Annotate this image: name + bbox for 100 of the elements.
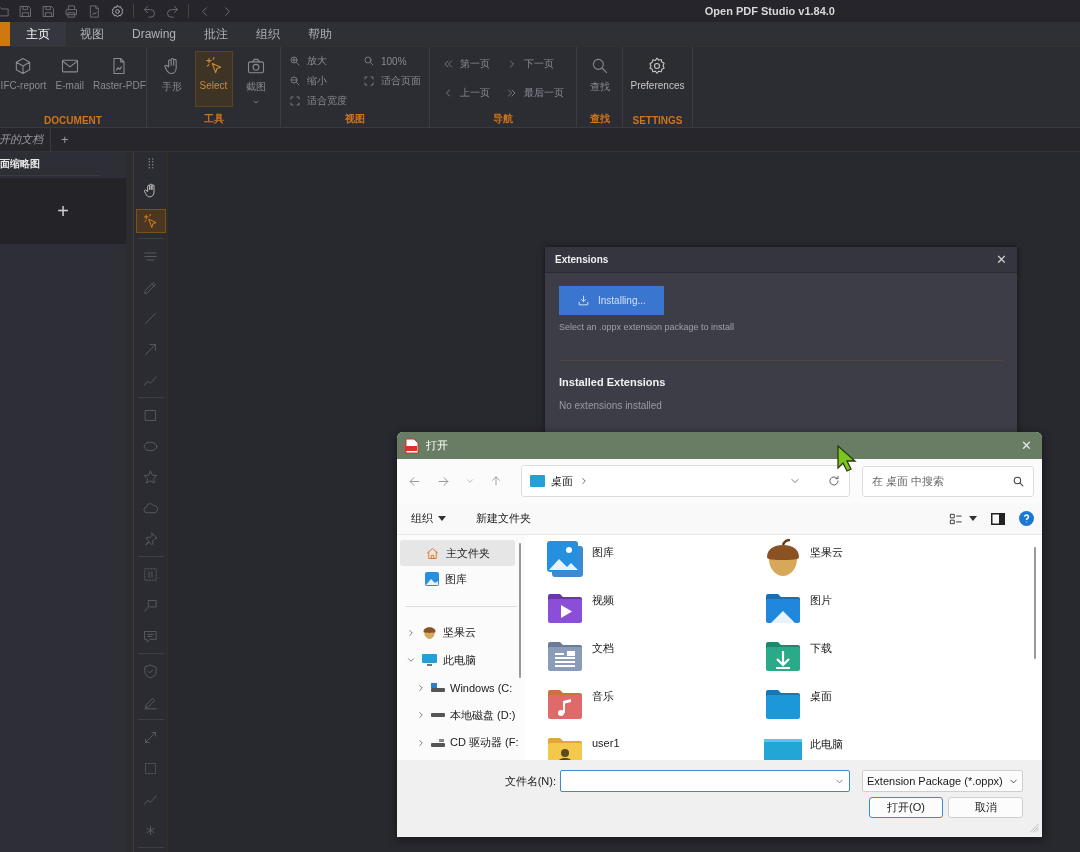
close-button[interactable]: ✕ [994,252,1009,267]
chevron-right-icon[interactable] [416,682,426,693]
nav-item[interactable]: 主文件夹 [400,540,515,566]
group-label: 查找 [588,112,611,126]
document-icon[interactable] [87,3,102,19]
nav-item[interactable]: 坚果云 [400,619,515,647]
group-label: DOCUMENT [43,115,103,127]
group-label: 视图 [344,112,366,126]
chevron-right-icon[interactable] [406,627,416,638]
double-chevron-left-icon [442,58,454,70]
folder-item[interactable]: 音乐 [545,683,763,731]
organize-menu[interactable]: 组织 [407,509,450,528]
ribbon-tab[interactable]: 组织 [242,22,294,46]
up-icon[interactable] [489,474,503,488]
nav-item[interactable]: 本地磁盘 (D:) [400,701,515,729]
fit-corners-icon [363,75,375,87]
search-field[interactable]: 在 桌面 中搜索 [862,465,1034,497]
drive-icon [431,683,445,693]
caret-icon[interactable] [969,516,977,521]
hint-text: Select an .oppx extension package to install [559,322,736,332]
preview-pane-icon[interactable] [991,512,1005,525]
group-label: SETTINGS [631,115,684,127]
folder-item[interactable]: 文档 [545,635,763,683]
pin-icon [142,530,159,548]
desktop-folder-icon [530,475,545,487]
monitor-icon [422,653,437,668]
field-label: 文件名(N): [504,773,556,789]
save-icon[interactable] [41,3,56,19]
redo-icon[interactable] [165,3,180,19]
chevron-right-icon[interactable] [416,710,426,721]
refresh-icon[interactable] [827,474,841,488]
panel-title: 面缩略图 [0,156,40,171]
filename-field[interactable] [560,770,850,792]
dashed-frame-icon [142,565,159,583]
dialog-button[interactable]: 取消 [948,797,1023,818]
app-title: Open PDF Studio v1.84.0 [704,5,835,17]
folder-item[interactable]: 图片 [763,587,981,635]
download-icon [577,294,590,307]
close-button[interactable]: ✕ [1019,438,1034,453]
caret-icon [251,98,260,106]
add-tab-button[interactable]: + [55,132,75,147]
settings-icon[interactable] [110,3,125,19]
home-icon [425,545,440,561]
settings-icon [647,56,668,76]
breadcrumb[interactable]: 桌面 [551,473,573,489]
folder-item[interactable]: 下载 [763,635,981,683]
file-type-dropdown[interactable]: Extension Package (*.oppx) [862,770,1023,792]
ribbon-tab[interactable]: 帮助 [294,22,346,46]
chevron-right-icon[interactable] [579,476,589,486]
folder-item[interactable]: 坚果云 [763,539,981,587]
dialog-title: 打开 [426,438,448,453]
help-icon[interactable] [1019,511,1034,526]
cursor-icon [142,212,159,230]
zoom-in-icon [289,55,301,67]
chevron-right-icon[interactable] [416,737,426,748]
search-icon [1012,474,1025,488]
nav-item[interactable]: Windows (C: [400,674,515,702]
gallery-icon [425,572,439,586]
folder-item[interactable]: 桌面 [763,683,981,731]
ribbon-button[interactable]: Preferences [627,51,688,107]
zoom-out-icon [289,75,301,87]
group-label: 工具 [202,112,225,126]
group-label: 导航 [492,112,514,126]
star-icon [142,468,159,486]
shield-icon [142,662,159,680]
search-icon [363,55,375,67]
new-folder-button[interactable]: 新建文件夹 [472,509,535,528]
chevron-down-icon[interactable] [465,476,475,486]
undo-icon[interactable] [142,3,157,19]
document-tab[interactable]: 开的文档 [0,128,51,151]
empty-text: No extensions installed [559,400,663,411]
install-button[interactable]: Installing... [559,286,664,315]
pdf-file-icon [405,437,419,454]
resize-grip-icon[interactable] [1028,822,1040,834]
camera-icon [245,56,266,76]
drive-icon [431,713,445,718]
ribbon-tab[interactable]: 视图 [66,22,118,46]
folder-item[interactable]: 视频 [545,587,763,635]
ribbon-tab[interactable]: Drawing [118,22,190,46]
add-page-button[interactable]: + [53,199,73,223]
folder-item[interactable]: 图库 [545,539,763,587]
nav-item[interactable]: 图库 [400,566,515,592]
ribbon-tab[interactable]: 批注 [190,22,242,46]
save-icon[interactable] [18,3,33,19]
cursor-icon [203,56,224,76]
printer-icon[interactable] [64,3,79,19]
drive-icon [431,738,445,747]
tool-button[interactable] [135,209,166,233]
view-options-icon[interactable] [949,511,963,526]
dialog-title: Extensions [555,254,609,265]
section-title: Installed Extensions [559,376,667,388]
acorn-icon [422,625,437,641]
ribbon-tab[interactable]: 主页 [10,22,66,46]
nav-item[interactable]: 此电脑 [400,646,515,674]
dialog-button[interactable]: 打开(O) [869,797,943,818]
fit-corners-icon [289,95,301,107]
address-bar[interactable]: 桌面 [521,465,850,497]
caret-icon [438,516,446,521]
double-chevron-right-icon [506,87,518,99]
gallery-icon [545,539,585,579]
